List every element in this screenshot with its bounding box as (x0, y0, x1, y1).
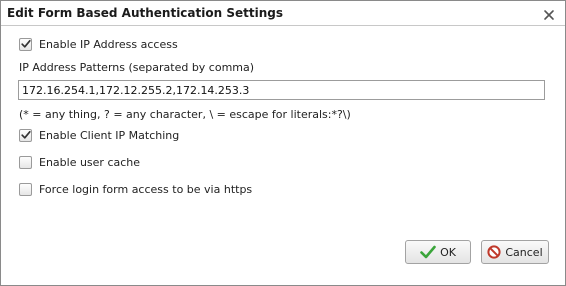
client-ip-matching-checkbox[interactable] (19, 129, 32, 142)
client-ip-matching-option[interactable]: Enable Client IP Matching (19, 129, 179, 142)
ip-patterns-hint: (* = any thing, ? = any character, \ = e… (19, 108, 351, 121)
ok-button-label: OK (440, 245, 456, 259)
checkmark-icon (420, 245, 436, 259)
dialog-titlebar: Edit Form Based Authentication Settings (1, 1, 565, 26)
dialog-title: Edit Form Based Authentication Settings (7, 6, 283, 20)
user-cache-option[interactable]: Enable user cache (19, 156, 140, 169)
user-cache-checkbox[interactable] (19, 156, 32, 169)
ip-patterns-label: IP Address Patterns (separated by comma) (19, 61, 255, 74)
enable-ip-access-option[interactable]: Enable IP Address access (19, 38, 178, 51)
cancel-icon (487, 245, 501, 259)
cancel-button[interactable]: Cancel (481, 240, 549, 264)
force-https-checkbox[interactable] (19, 183, 32, 196)
cancel-button-label: Cancel (505, 245, 543, 259)
enable-ip-access-checkbox[interactable] (19, 38, 32, 51)
client-ip-matching-label: Enable Client IP Matching (39, 129, 180, 142)
user-cache-label: Enable user cache (39, 156, 141, 169)
close-icon[interactable] (542, 7, 556, 21)
enable-ip-access-label: Enable IP Address access (39, 38, 178, 51)
edit-auth-settings-dialog: Edit Form Based Authentication Settings … (0, 0, 566, 286)
checkmark-icon (21, 130, 31, 139)
ok-button[interactable]: OK (405, 240, 471, 264)
force-https-option[interactable]: Force login form access to be via https (19, 183, 252, 196)
force-https-label: Force login form access to be via https (39, 183, 253, 196)
checkmark-icon (21, 39, 31, 48)
ip-patterns-input[interactable] (18, 80, 545, 100)
